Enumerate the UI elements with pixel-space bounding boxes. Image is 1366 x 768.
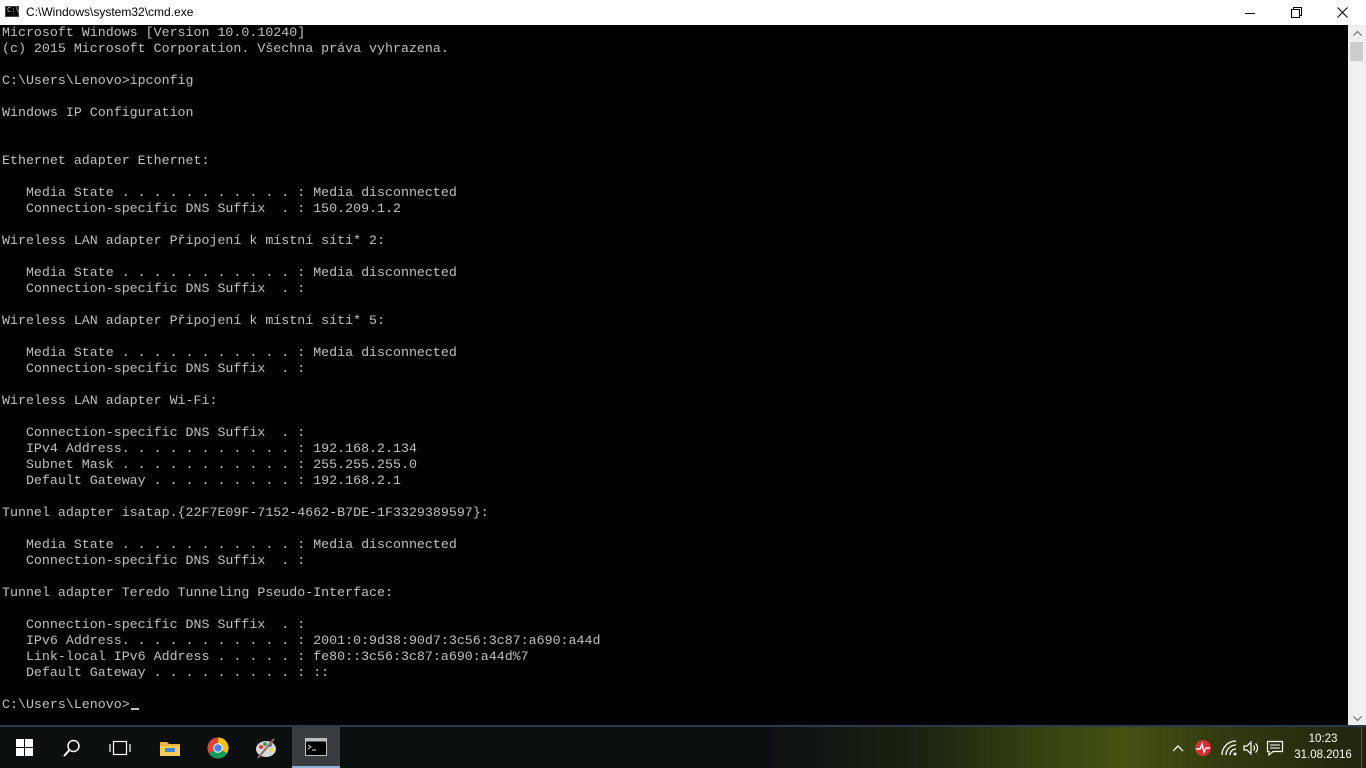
antivirus-icon: [1195, 739, 1211, 756]
console-line: Default Gateway . . . . . . . . . : 192.…: [2, 473, 401, 488]
scroll-up-button[interactable]: [1348, 25, 1366, 42]
console-line: Microsoft Windows [Version 10.0.10240]: [2, 25, 306, 40]
console-line: Subnet Mask . . . . . . . . . . . : 255.…: [2, 457, 417, 472]
console-line: Connection-specific DNS Suffix . :: [2, 281, 306, 296]
console-line: Tunnel adapter isatap.{22F7E09F-7152-466…: [2, 505, 489, 520]
start-button[interactable]: [0, 727, 48, 768]
tray-antivirus[interactable]: [1192, 727, 1214, 768]
console-line: Tunnel adapter Teredo Tunneling Pseudo-I…: [2, 585, 393, 600]
folder-icon: [160, 741, 180, 756]
minimize-button[interactable]: [1227, 0, 1273, 25]
console-line: C:\Users\Lenovo>ipconfig: [2, 73, 194, 88]
close-button[interactable]: [1319, 0, 1365, 25]
task-view-button[interactable]: [96, 727, 144, 768]
console-line: IPv6 Address. . . . . . . . . . . : 2001…: [2, 633, 601, 648]
scroll-up-arrow-icon: [1352, 31, 1362, 36]
text-cursor: [130, 708, 139, 710]
notification-icon: [1266, 740, 1284, 756]
show-hidden-icons-button[interactable]: [1168, 727, 1188, 768]
clock-time: 10:23: [1308, 733, 1338, 745]
clock-date: 31.08.2016: [1294, 749, 1352, 761]
console-line: Wireless LAN adapter Wi-Fi:: [2, 393, 218, 408]
restore-button[interactable]: [1273, 0, 1319, 25]
chevron-up-icon: [1172, 744, 1184, 751]
console-line: Media State . . . . . . . . . . . : Medi…: [2, 265, 457, 280]
wifi-icon: [1221, 739, 1237, 755]
vertical-scrollbar[interactable]: [1348, 25, 1366, 727]
console-prompt: C:\Users\Lenovo>: [2, 697, 130, 712]
tray-network[interactable]: [1218, 727, 1240, 768]
window-title: C:\Windows\system32\cmd.exe: [26, 5, 194, 19]
paint-palette-icon: [256, 737, 276, 759]
console-line: Windows IP Configuration: [2, 105, 194, 120]
console-line: IPv4 Address. . . . . . . . . . . : 192.…: [2, 441, 417, 456]
file-explorer-button[interactable]: [146, 727, 194, 768]
console-line: Wireless LAN adapter Připojení k místní …: [2, 313, 386, 328]
chrome-icon: [207, 737, 229, 759]
cmd-icon: [305, 737, 327, 756]
console-line: Connection-specific DNS Suffix . :: [2, 553, 306, 568]
restore-icon: [1290, 7, 1302, 18]
action-center-button[interactable]: [1264, 727, 1286, 768]
console-line: Ethernet adapter Ethernet:: [2, 153, 210, 168]
search-icon: [63, 739, 80, 757]
title-bar[interactable]: C:\ C:\Windows\system32\cmd.exe: [0, 0, 1366, 25]
search-button[interactable]: [48, 727, 96, 768]
console-line: Connection-specific DNS Suffix . :: [2, 425, 306, 440]
console-line: Connection-specific DNS Suffix . : 150.2…: [2, 201, 401, 216]
console-line: Default Gateway . . . . . . . . . : ::: [2, 665, 330, 680]
paint-button[interactable]: [242, 727, 290, 768]
chrome-button[interactable]: [194, 727, 242, 768]
console-area[interactable]: Microsoft Windows [Version 10.0.10240] (…: [0, 25, 1348, 727]
minimize-icon: [1245, 12, 1255, 14]
console-line: Connection-specific DNS Suffix . :: [2, 361, 306, 376]
console-line: Connection-specific DNS Suffix . :: [2, 617, 306, 632]
console-line: Media State . . . . . . . . . . . : Medi…: [2, 185, 457, 200]
volume-icon: [1243, 740, 1259, 755]
clock[interactable]: 10:23 31.08.2016: [1288, 731, 1358, 763]
console-line: (c) 2015 Microsoft Corporation. Všechna …: [2, 41, 449, 56]
scroll-down-arrow-icon: [1352, 716, 1362, 721]
cmd-app-icon[interactable]: C:\: [5, 6, 20, 17]
close-icon: [1336, 7, 1348, 18]
console-line: Wireless LAN adapter Připojení k místní …: [2, 233, 386, 248]
windows-logo-icon: [15, 739, 33, 756]
tray-volume[interactable]: [1240, 727, 1262, 768]
task-view-icon: [109, 740, 131, 755]
scroll-thumb[interactable]: [1350, 42, 1363, 61]
command-prompt-taskbar-button[interactable]: [292, 727, 340, 768]
console-line: Media State . . . . . . . . . . . : Medi…: [2, 345, 457, 360]
console-line: Link-local IPv6 Address . . . . . : fe80…: [2, 649, 529, 664]
console-output: Microsoft Windows [Version 10.0.10240] (…: [0, 25, 1348, 713]
console-line: Media State . . . . . . . . . . . : Medi…: [2, 537, 457, 552]
taskbar: 10:23 31.08.2016: [0, 727, 1366, 768]
show-desktop-button[interactable]: [1361, 727, 1366, 768]
